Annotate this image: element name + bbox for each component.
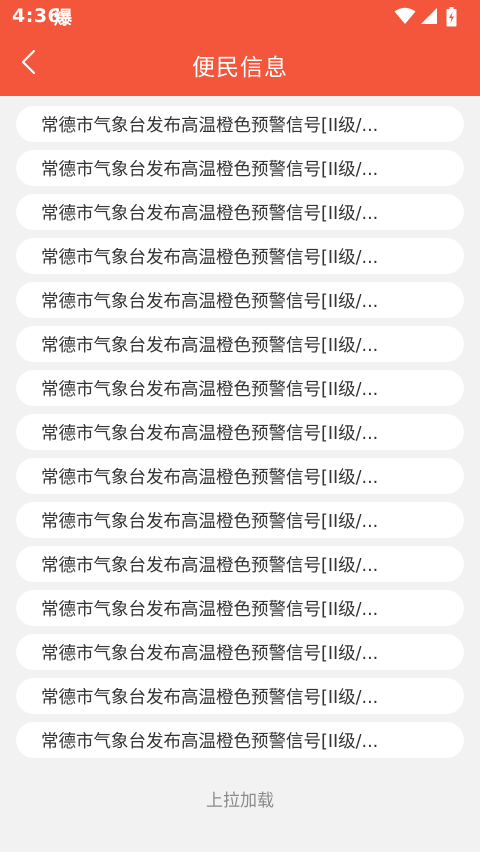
list-item[interactable]: 常德市气象台发布高温橙色预警信号[II级/... <box>16 678 464 714</box>
list-item-title: 常德市气象台发布高温橙色预警信号[II级/... <box>41 159 379 180</box>
list-item[interactable]: 常德市气象台发布高温橙色预警信号[II级/... <box>16 282 464 318</box>
list-item-title: 常德市气象台发布高温橙色预警信号[II级/... <box>41 247 379 268</box>
list-item-title: 常德市气象台发布高温橙色预警信号[II级/... <box>41 379 379 400</box>
app-header: 4:36 爆 便民信息 <box>0 0 480 96</box>
notification-app-icon: 爆 <box>54 8 72 29</box>
info-list: 常德市气象台发布高温橙色预警信号[II级/... 常德市气象台发布高温橙色预警信… <box>16 106 464 766</box>
list-item-title: 常德市气象台发布高温橙色预警信号[II级/... <box>41 643 379 664</box>
wifi-icon <box>394 7 416 24</box>
list-item-title: 常德市气象台发布高温橙色预警信号[II级/... <box>41 115 379 136</box>
list-item[interactable]: 常德市气象台发布高温橙色预警信号[II级/... <box>16 546 464 582</box>
list-item[interactable]: 常德市气象台发布高温橙色预警信号[II级/... <box>16 502 464 538</box>
list-item[interactable]: 常德市气象台发布高温橙色预警信号[II级/... <box>16 458 464 494</box>
list-item[interactable]: 常德市气象台发布高温橙色预警信号[II级/... <box>16 238 464 274</box>
list-item-title: 常德市气象台发布高温橙色预警信号[II级/... <box>41 599 379 620</box>
list-item[interactable]: 常德市气象台发布高温橙色预警信号[II级/... <box>16 634 464 670</box>
list-item[interactable]: 常德市气象台发布高温橙色预警信号[II级/... <box>16 194 464 230</box>
page-title: 便民信息 <box>192 55 288 81</box>
list-item[interactable]: 常德市气象台发布高温橙色预警信号[II级/... <box>16 106 464 142</box>
list-item-title: 常德市气象台发布高温橙色预警信号[II级/... <box>41 203 379 224</box>
list-item[interactable]: 常德市气象台发布高温橙色预警信号[II级/... <box>16 326 464 362</box>
list-item-title: 常德市气象台发布高温橙色预警信号[II级/... <box>41 423 379 444</box>
list-item-title: 常德市气象台发布高温橙色预警信号[II级/... <box>41 291 379 312</box>
list-item-title: 常德市气象台发布高温橙色预警信号[II级/... <box>41 687 379 708</box>
list-item[interactable]: 常德市气象台发布高温橙色预警信号[II级/... <box>16 590 464 626</box>
status-bar: 4:36 爆 <box>0 0 480 32</box>
list-item-title: 常德市气象台发布高温橙色预警信号[II级/... <box>41 731 379 752</box>
list-item[interactable]: 常德市气象台发布高温橙色预警信号[II级/... <box>16 150 464 186</box>
list-item[interactable]: 常德市气象台发布高温橙色预警信号[II级/... <box>16 414 464 450</box>
list-item-title: 常德市气象台发布高温橙色预警信号[II级/... <box>41 467 379 488</box>
list-item[interactable]: 常德市气象台发布高温橙色预警信号[II级/... <box>16 722 464 758</box>
pull-up-load-more[interactable]: 上拉加载 <box>0 786 480 811</box>
cellular-signal-icon <box>421 8 437 24</box>
list-item-title: 常德市气象台发布高温橙色预警信号[II级/... <box>41 335 379 356</box>
list-item-title: 常德市气象台发布高温橙色预警信号[II级/... <box>41 555 379 576</box>
list-item[interactable]: 常德市气象台发布高温橙色预警信号[II级/... <box>16 370 464 406</box>
list-item-title: 常德市气象台发布高温橙色预警信号[II级/... <box>41 511 379 532</box>
nav-bar: 便民信息 <box>0 32 480 96</box>
battery-charging-icon <box>446 7 457 27</box>
